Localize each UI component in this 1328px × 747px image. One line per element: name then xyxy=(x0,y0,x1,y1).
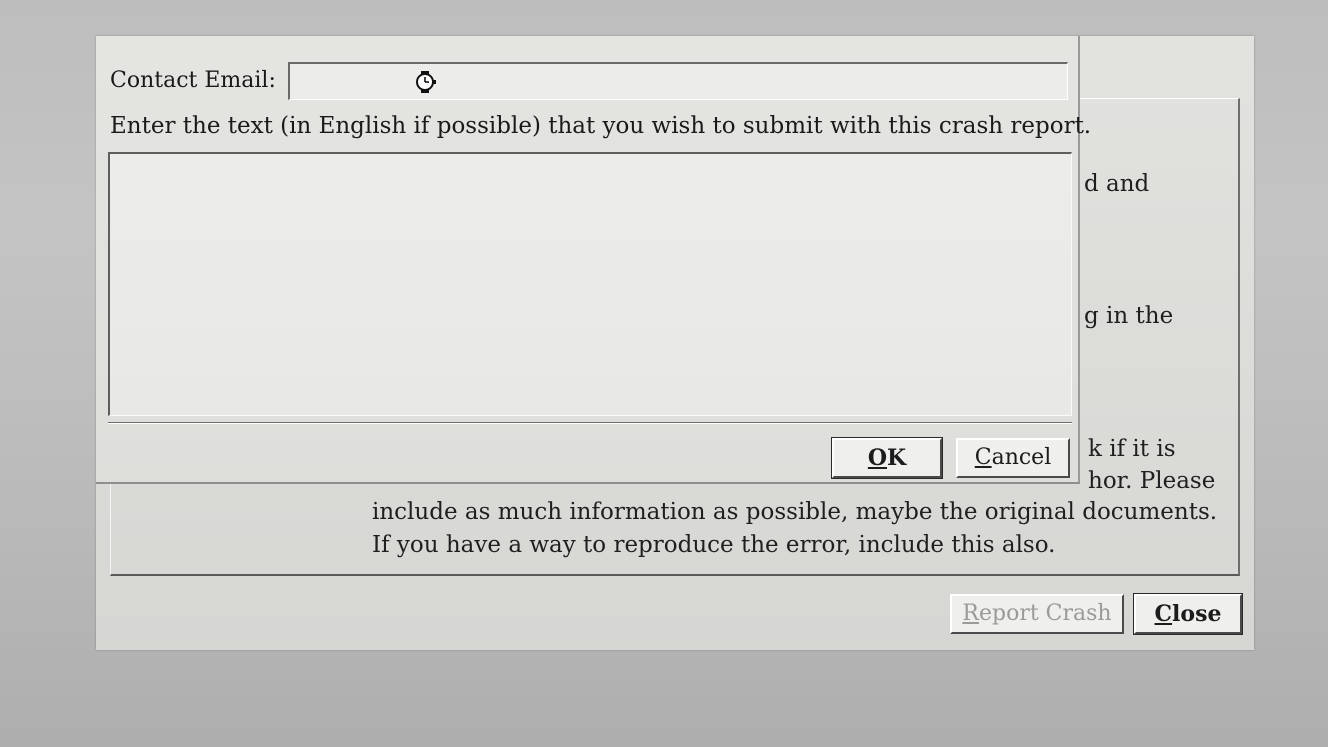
crash-comment-textarea[interactable] xyxy=(108,152,1072,416)
crash-report-dialog: d and g in the k if it is hor. Please in… xyxy=(96,36,1254,650)
close-mnemonic: C xyxy=(1154,601,1173,627)
background-text-line: k if it is xyxy=(1088,436,1176,462)
cancel-label: ancel xyxy=(991,445,1052,470)
comment-popup: Contact Email: Enter the text (in Englis… xyxy=(96,36,1091,484)
close-button[interactable]: Close xyxy=(1133,593,1243,635)
comment-instruction: Enter the text (in English if possible) … xyxy=(110,113,1092,139)
close-label: lose xyxy=(1172,601,1222,627)
ok-label: K xyxy=(887,445,907,471)
background-text-line: g in the xyxy=(1084,303,1174,329)
report-crash-label: eport Crash xyxy=(978,601,1112,626)
background-text-line: If you have a way to reproduce the error… xyxy=(372,532,1056,558)
cancel-mnemonic: C xyxy=(974,445,992,470)
busy-watch-cursor-icon xyxy=(416,71,436,93)
background-text-line: include as much information as possible,… xyxy=(372,499,1218,525)
report-crash-mnemonic: R xyxy=(962,601,979,626)
popup-separator xyxy=(108,422,1072,424)
contact-email-input[interactable] xyxy=(288,62,1068,100)
ok-mnemonic: O xyxy=(867,445,888,471)
background-text-line: hor. Please xyxy=(1088,468,1216,494)
report-crash-button[interactable]: Report Crash xyxy=(950,594,1124,634)
contact-email-label: Contact Email: xyxy=(110,68,276,93)
background-text-line: d and xyxy=(1084,171,1150,197)
cancel-button[interactable]: Cancel xyxy=(956,438,1070,478)
ok-button[interactable]: OK xyxy=(831,437,943,479)
